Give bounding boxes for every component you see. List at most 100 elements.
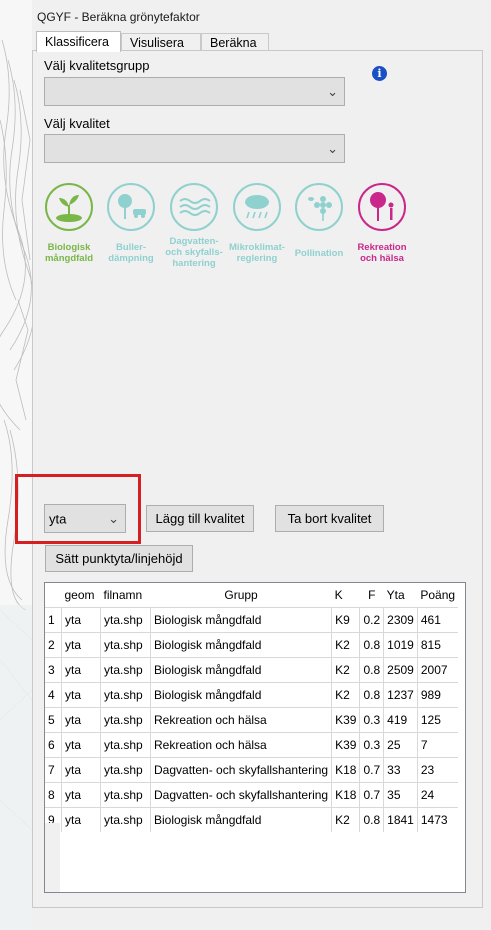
- category-label-rekreation: Rekreation och hälsa: [357, 242, 407, 264]
- table-cell: 0.7: [359, 782, 384, 808]
- row-number[interactable]: 7: [45, 757, 62, 783]
- table-header-row: geom filnamn Grupp K F Yta Poäng: [45, 583, 459, 608]
- cloud-rain-icon[interactable]: [233, 183, 281, 231]
- column-header-poang[interactable]: Poäng: [417, 583, 459, 608]
- table-cell: yta: [61, 757, 101, 783]
- table-row[interactable]: 2 yta yta.shp Biologisk mångdfald K2 0.8 1019 8…: [45, 632, 459, 658]
- table-cell: 0.8: [359, 632, 384, 658]
- table-cell: 7: [416, 732, 459, 758]
- table-cell: K2: [331, 807, 360, 832]
- chevron-down-icon: ⌄: [327, 140, 338, 156]
- row-number[interactable]: 8: [45, 782, 62, 808]
- row-number[interactable]: 2: [45, 632, 62, 658]
- table-cell: 25: [383, 732, 418, 758]
- table-cell: 24: [416, 782, 459, 808]
- table-cell: 1473: [416, 807, 459, 832]
- table-cell: Rekreation och hälsa: [149, 707, 332, 733]
- table-cell: Rekreation och hälsa: [149, 732, 332, 758]
- category-label-mikroklimat: Mikroklimat-reglering: [229, 242, 285, 264]
- table-cell: yta.shp: [100, 707, 151, 733]
- quality-select[interactable]: ⌄: [44, 134, 345, 163]
- row-number[interactable]: 1: [45, 607, 62, 633]
- column-header-geom[interactable]: geom: [61, 583, 101, 608]
- table-cell: yta.shp: [100, 657, 151, 683]
- table-cell: 33: [383, 757, 418, 783]
- table-cell: K2: [331, 682, 360, 708]
- table-row[interactable]: 7 yta yta.shp Dagvatten- och skyfallshanter…: [45, 757, 459, 783]
- set-point-height-button[interactable]: Sätt punktyta/linjehöjd: [45, 545, 193, 572]
- table-cell: 23: [416, 757, 459, 783]
- table-cell: K18: [331, 782, 360, 808]
- column-header-grupp[interactable]: Grupp: [150, 583, 332, 608]
- category-label-dagvatten: Dagvatten- och skyfalls-hantering: [165, 236, 223, 269]
- table-row[interactable]: 8 yta yta.shp Dagvatten- och skyfallshanter…: [45, 782, 459, 808]
- table-cell: 0.8: [359, 807, 384, 832]
- table-cell: yta.shp: [100, 807, 151, 832]
- water-waves-icon[interactable]: [170, 183, 218, 231]
- remove-quality-button[interactable]: Ta bort kvalitet: [275, 505, 384, 532]
- table-cell: 815: [416, 632, 459, 658]
- map-canvas[interactable]: [0, 0, 33, 930]
- tab-visulisera[interactable]: Visulisera: [121, 33, 201, 51]
- sprout-icon[interactable]: [45, 183, 93, 231]
- table-row[interactable]: 4 yta yta.shp Biologisk mångdfald K2 0.8 1237 9…: [45, 682, 459, 708]
- column-header-filnamn[interactable]: filnamn: [100, 583, 151, 608]
- table-cell: Dagvatten- och skyfallshantering: [149, 782, 332, 808]
- table-cell: Biologisk mångdfald: [149, 632, 332, 658]
- table-cell: K9: [331, 607, 360, 633]
- tab-label: Beräkna: [210, 36, 257, 50]
- table-cell: yta: [61, 707, 101, 733]
- table-cell: 2509: [383, 657, 418, 683]
- quality-label: Välj kvalitet: [44, 116, 110, 131]
- quality-group-label: Välj kvalitetsgrupp: [44, 58, 150, 73]
- plugin-dock: QGYF - Beräkna grönytefaktor Klassificer…: [15, 0, 491, 930]
- row-number[interactable]: 5: [45, 707, 62, 733]
- table-row[interactable]: 1 yta yta.shp Biologisk mångdfald K9 0.2 2309 4…: [45, 607, 459, 633]
- table-cell: K39: [331, 707, 360, 733]
- column-header-k[interactable]: K: [331, 583, 360, 608]
- tab-berakna[interactable]: Beräkna: [201, 33, 269, 51]
- tree-person-icon[interactable]: [358, 183, 406, 231]
- tab-klassificera[interactable]: Klassificera: [36, 31, 121, 52]
- table-cell: yta: [61, 682, 101, 708]
- table-row[interactable]: 5 yta yta.shp Rekreation och hälsa K39 0.3 419…: [45, 707, 459, 733]
- window-title: QGYF - Beräkna grönytefaktor: [37, 10, 200, 24]
- column-header-yta[interactable]: Yta: [383, 583, 418, 608]
- flower-bee-icon[interactable]: [295, 183, 343, 231]
- info-icon[interactable]: i: [372, 66, 387, 81]
- table-row[interactable]: 9 yta yta.shp Biologisk mångdfald K2 0.8 1841 1…: [45, 807, 459, 832]
- table-cell: Biologisk mångdfald: [149, 657, 332, 683]
- table-cell: K18: [331, 757, 360, 783]
- table-row[interactable]: 6 yta yta.shp Rekreation och hälsa K39 0.3 25 7: [45, 732, 459, 758]
- row-number[interactable]: 3: [45, 657, 62, 683]
- table-cell: Biologisk mångdfald: [149, 607, 332, 633]
- column-header-f[interactable]: F: [359, 583, 384, 608]
- table-cell: yta: [61, 732, 101, 758]
- quality-group-select[interactable]: ⌄: [44, 77, 345, 106]
- row-number[interactable]: 4: [45, 682, 62, 708]
- row-header-filler: [45, 823, 60, 892]
- table-cell: yta.shp: [100, 782, 151, 808]
- chevron-down-icon: ⌄: [327, 83, 338, 99]
- category-label-buller: Buller-dämpning: [108, 242, 154, 264]
- table-cell: yta: [61, 807, 101, 832]
- table-cell: 0.2: [359, 607, 384, 633]
- category-label-pollination: Pollination: [294, 248, 344, 259]
- tree-car-icon[interactable]: [107, 183, 155, 231]
- table-row[interactable]: 3 yta yta.shp Biologisk mångdfald K2 0.8 2509 2…: [45, 657, 459, 683]
- quality-table[interactable]: geom filnamn Grupp K F Yta Poäng 1 yta yta…: [44, 582, 466, 893]
- row-number[interactable]: 6: [45, 732, 62, 758]
- category-label-biologisk: Biologisk mångdfald: [44, 242, 94, 264]
- table-cell: yta.shp: [100, 757, 151, 783]
- table-cell: yta: [61, 657, 101, 683]
- table-cell: 2309: [383, 607, 418, 633]
- table-cell: 0.8: [359, 657, 384, 683]
- table-cell: 0.7: [359, 757, 384, 783]
- table-cell: yta.shp: [100, 732, 151, 758]
- table-cell: 1841: [383, 807, 418, 832]
- table-cell: 0.8: [359, 682, 384, 708]
- table-cell: K2: [331, 657, 360, 683]
- table-cell: Dagvatten- och skyfallshantering: [149, 757, 332, 783]
- add-quality-button[interactable]: Lägg till kvalitet: [146, 505, 254, 532]
- table-cell: 461: [416, 607, 459, 633]
